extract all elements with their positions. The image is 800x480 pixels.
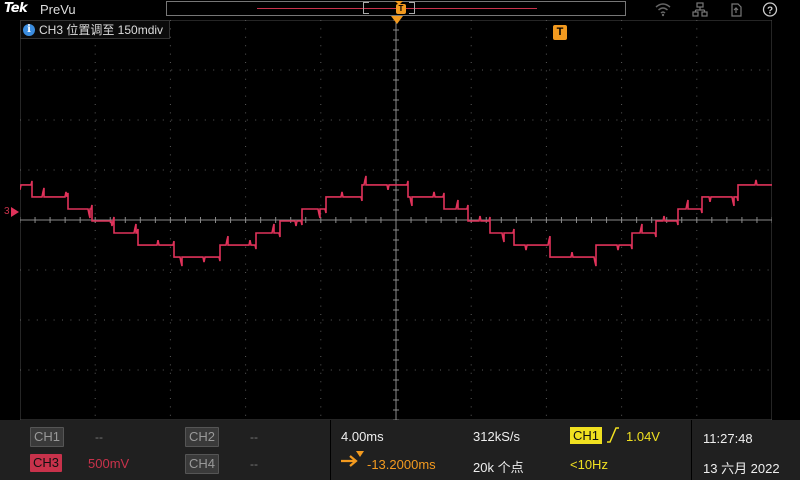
clock-date: 13 六月 2022 bbox=[703, 461, 780, 476]
trigger-position-arrow[interactable] bbox=[391, 16, 403, 24]
overview-trigger-marker: T bbox=[396, 4, 406, 14]
clock-panel[interactable]: 11:27:48 13 六月 2022 bbox=[692, 420, 800, 480]
horizontal-position[interactable]: -13.2000ms bbox=[367, 457, 436, 472]
ch2-scale: -- bbox=[250, 430, 258, 444]
svg-text:?: ? bbox=[767, 5, 773, 16]
clock-time: 11:27:48 bbox=[703, 431, 753, 446]
info-message: i CH3 位置调至 150mdiv bbox=[20, 20, 171, 39]
status-bar: CH1 -- CH2 -- CH3 500mV CH4 -- 4.00ms -1… bbox=[0, 420, 800, 480]
trigger-source-badge[interactable]: CH1 bbox=[570, 427, 602, 444]
ch3-offset-marker[interactable] bbox=[11, 207, 19, 217]
info-icon: i bbox=[23, 23, 35, 36]
brand-logo: Tek bbox=[4, 1, 28, 16]
ch4-scale: -- bbox=[250, 457, 258, 471]
trigger-level[interactable]: 1.04V bbox=[626, 429, 660, 444]
wifi-icon[interactable] bbox=[655, 2, 671, 17]
trigger-caret-icon bbox=[356, 451, 364, 457]
ch1-button[interactable]: CH1 bbox=[30, 427, 64, 447]
trigger-frequency: <10Hz bbox=[570, 457, 608, 472]
waveform-display[interactable] bbox=[20, 20, 772, 420]
record-overview[interactable]: T bbox=[166, 1, 626, 16]
usb-icon[interactable] bbox=[728, 2, 744, 17]
ch3-scale[interactable]: 500mV bbox=[88, 456, 129, 471]
network-icon[interactable] bbox=[692, 2, 708, 17]
rising-edge-icon bbox=[607, 427, 619, 443]
channel-panel: CH1 -- CH2 -- CH3 500mV CH4 -- bbox=[0, 420, 330, 480]
trigger-level-marker[interactable]: T bbox=[553, 25, 567, 40]
ch1-scale: -- bbox=[95, 430, 103, 444]
info-message-text: CH3 位置调至 150mdiv bbox=[39, 23, 164, 37]
sample-rate: 312kS/s bbox=[473, 429, 520, 444]
acquisition-mode: PreVu bbox=[40, 2, 76, 17]
horizontal-scale[interactable]: 4.00ms bbox=[341, 429, 384, 444]
horizontal-trigger-panel[interactable]: 4.00ms -13.2000ms 312kS/s 20k 个点 CH1 1.0… bbox=[331, 420, 691, 480]
overview-view-bracket-right bbox=[409, 2, 415, 14]
ch3-offset-label: 3 bbox=[4, 206, 10, 217]
help-icon[interactable]: ? bbox=[762, 2, 778, 17]
overview-view-bracket-left bbox=[363, 2, 369, 14]
record-length: 20k 个点 bbox=[473, 460, 524, 475]
ch3-button[interactable]: CH3 bbox=[30, 454, 62, 472]
ch4-button[interactable]: CH4 bbox=[185, 454, 219, 474]
ch2-button[interactable]: CH2 bbox=[185, 427, 219, 447]
